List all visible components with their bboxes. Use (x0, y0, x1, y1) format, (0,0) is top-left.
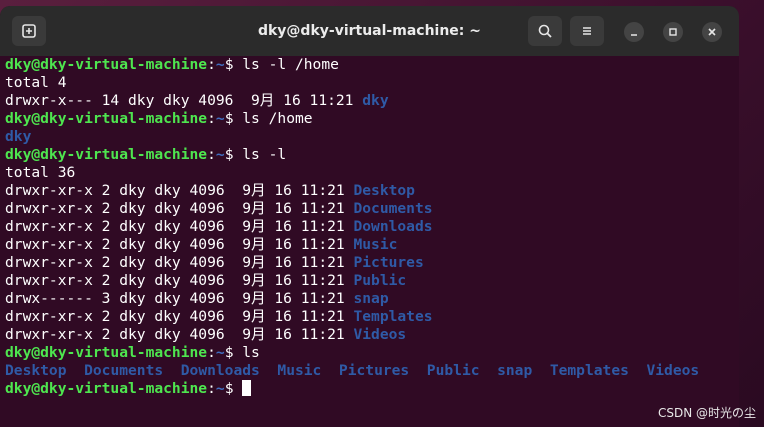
terminal-line: dky@dky-virtual-machine:~$ ls /home (5, 110, 739, 128)
directory-name: Public (353, 272, 407, 289)
directory-name: Pictures (338, 362, 410, 379)
listing-details: drwxr-xr-x 2 dky dky 4096 9月 16 11:21 (5, 200, 354, 217)
prompt-separator: : (207, 56, 216, 73)
command-text: ls /home (242, 110, 313, 127)
terminal-line: dky@dky-virtual-machine:~$ ls -l (5, 146, 739, 164)
listing-details: drwxr-xr-x 2 dky dky 4096 9月 16 11:21 (5, 326, 354, 343)
directory-name: Downloads (353, 218, 433, 235)
output-text: total 4 (5, 74, 67, 91)
search-icon (538, 24, 552, 38)
terminal-line: dky@dky-virtual-machine:~$ (5, 380, 739, 398)
terminal-line: dky (5, 128, 739, 146)
prompt-user: dky@dky-virtual-machine (5, 110, 208, 127)
directory-name: Documents (353, 200, 433, 217)
directory-name: Desktop (5, 362, 67, 379)
terminal-line: dky@dky-virtual-machine:~$ ls (5, 344, 739, 362)
prompt-user: dky@dky-virtual-machine (5, 380, 208, 397)
listing-details: drwxr-xr-x 2 dky dky 4096 9月 16 11:21 (5, 272, 354, 289)
csdn-watermark: CSDN @时光の尘 (657, 406, 756, 420)
command-text: ls (242, 344, 260, 361)
terminal-line: drwxr-xr-x 2 dky dky 4096 9月 16 11:21 Do… (5, 200, 739, 218)
directory-name: Videos (646, 362, 700, 379)
prompt-user: dky@dky-virtual-machine (5, 146, 208, 163)
prompt-dollar: $ (224, 344, 243, 361)
prompt-dollar: $ (224, 56, 243, 73)
listing-details: drwxr-xr-x 2 dky dky 4096 9月 16 11:21 (5, 182, 354, 199)
prompt-dollar: $ (224, 146, 243, 163)
listing-details: drwxr-x--- 14 dky dky 4096 9月 16 11:21 (5, 92, 363, 109)
prompt-separator: : (207, 380, 216, 397)
terminal-line: Desktop Documents Downloads Music Pictur… (5, 362, 739, 380)
prompt-path: ~ (215, 56, 225, 73)
terminal-line: drwxr-xr-x 2 dky dky 4096 9月 16 11:21 De… (5, 182, 739, 200)
directory-name: snap (497, 362, 533, 379)
directory-name: Desktop (353, 182, 415, 199)
output-text: total 36 (5, 164, 76, 181)
terminal-line: drwxr-xr-x 2 dky dky 4096 9月 16 11:21 Pi… (5, 254, 739, 272)
listing-details: drwxr-xr-x 2 dky dky 4096 9月 16 11:21 (5, 236, 354, 253)
terminal-line: drwxr-xr-x 2 dky dky 4096 9月 16 11:21 Vi… (5, 326, 739, 344)
listing-details: drwxr-xr-x 2 dky dky 4096 9月 16 11:21 (5, 308, 354, 325)
directory-name: dky (5, 128, 32, 145)
prompt-dollar: $ (224, 110, 243, 127)
prompt-path: ~ (215, 344, 225, 361)
prompt-dollar: $ (224, 380, 243, 397)
terminal-line: drwxr-xr-x 2 dky dky 4096 9月 16 11:21 Te… (5, 308, 739, 326)
maximize-button[interactable] (663, 22, 683, 42)
maximize-icon (669, 28, 677, 36)
close-icon (708, 28, 716, 36)
listing-details: drwxr-xr-x 2 dky dky 4096 9月 16 11:21 (5, 218, 354, 235)
terminal-output[interactable]: dky@dky-virtual-machine:~$ ls -l /home to… (5, 56, 739, 427)
directory-name: Pictures (353, 254, 424, 271)
prompt-separator: : (207, 344, 216, 361)
listing-details: drwx------ 3 dky dky 4096 9月 16 11:21 (5, 290, 354, 307)
minimize-icon (631, 34, 637, 36)
terminal-line: total 4 (5, 74, 739, 92)
terminal-line: dky@dky-virtual-machine:~$ ls -l /home (5, 56, 739, 74)
hamburger-menu-icon (583, 27, 591, 35)
terminal-line: drwxr-xr-x 2 dky dky 4096 9月 16 11:21 Mu… (5, 236, 739, 254)
search-button[interactable] (528, 16, 562, 46)
directory-name: Public (426, 362, 480, 379)
close-button[interactable] (702, 22, 722, 42)
directory-name: dky (362, 92, 389, 109)
terminal-cursor (242, 380, 252, 396)
directory-name: Templates (353, 308, 433, 325)
command-text: ls -l /home (242, 56, 339, 73)
directory-name: Music (277, 362, 322, 379)
directory-name: Templates (549, 362, 629, 379)
prompt-user: dky@dky-virtual-machine (5, 344, 208, 361)
title-bar[interactable]: dky@dky-virtual-machine: ~ (0, 6, 739, 56)
command-text: ls -l (242, 146, 287, 163)
terminal-line: drwxr-xr-x 2 dky dky 4096 9月 16 11:21 Do… (5, 218, 739, 236)
directory-name: snap (353, 290, 389, 307)
prompt-user: dky@dky-virtual-machine (5, 56, 208, 73)
minimize-button[interactable] (624, 22, 644, 42)
directory-name: Downloads (180, 362, 260, 379)
prompt-path: ~ (215, 380, 225, 397)
terminal-line: drwxr-xr-x 2 dky dky 4096 9月 16 11:21 Pu… (5, 272, 739, 290)
directory-name: Videos (353, 326, 407, 343)
prompt-separator: : (207, 110, 216, 127)
directory-name: Documents (84, 362, 164, 379)
terminal-window: dky@dky-virtual-machine: ~ dky@dky-virtu… (0, 6, 739, 427)
prompt-separator: : (207, 146, 216, 163)
directory-name: Music (353, 236, 398, 253)
terminal-line: total 36 (5, 164, 739, 182)
prompt-path: ~ (215, 110, 225, 127)
menu-button[interactable] (570, 16, 604, 46)
prompt-path: ~ (215, 146, 225, 163)
terminal-line: drwx------ 3 dky dky 4096 9月 16 11:21 sn… (5, 290, 739, 308)
listing-details: drwxr-xr-x 2 dky dky 4096 9月 16 11:21 (5, 254, 354, 271)
terminal-line: drwxr-x--- 14 dky dky 4096 9月 16 11:21 d… (5, 92, 739, 110)
